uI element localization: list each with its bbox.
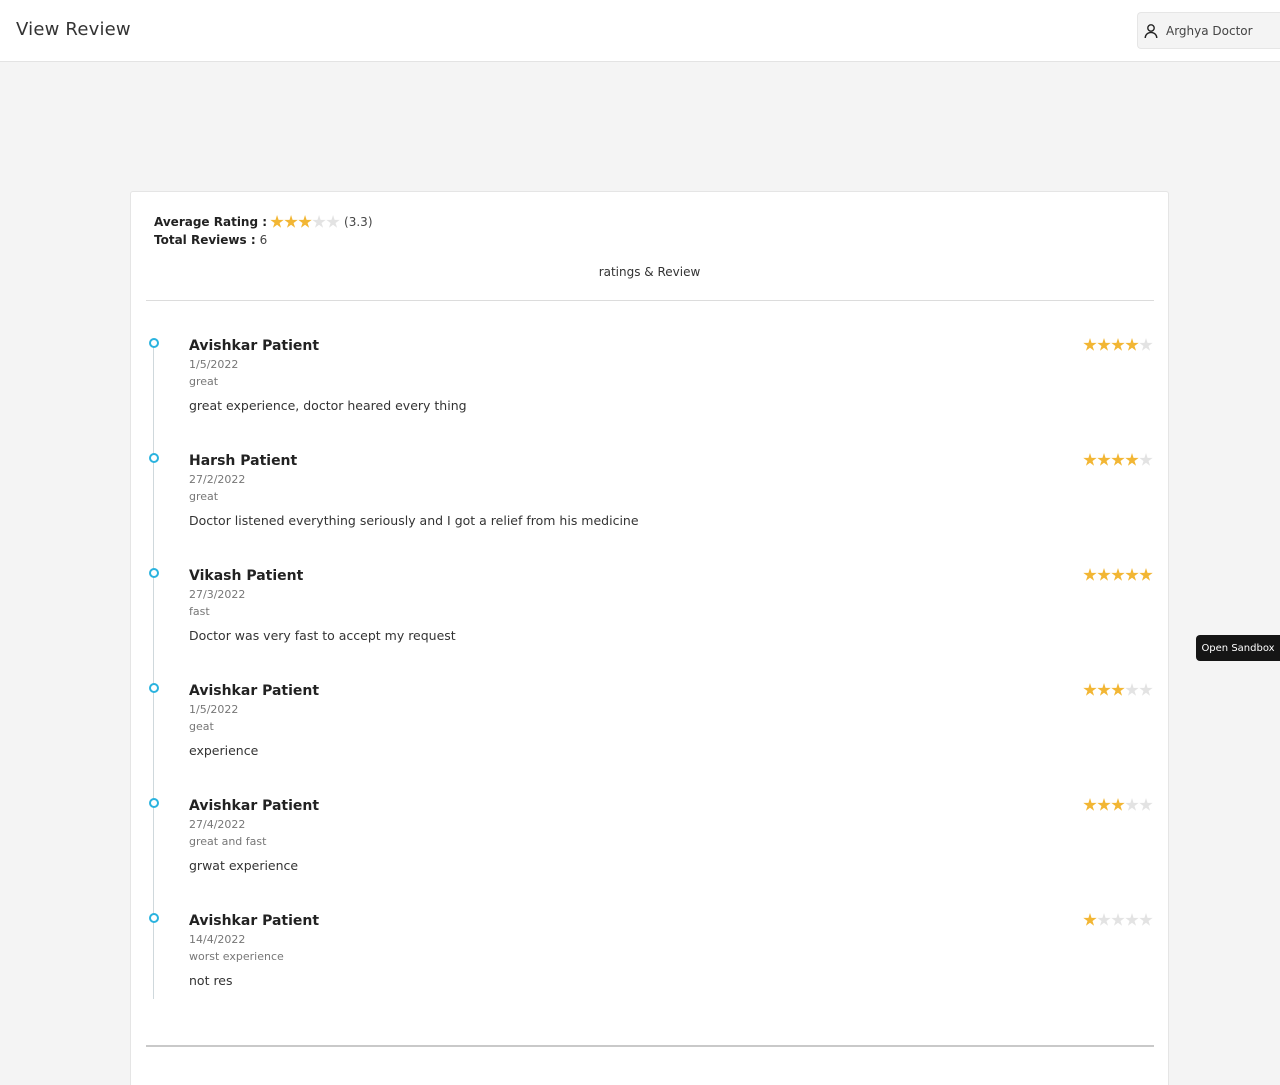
- rating-summary: Average Rating : (3.3) Total Reviews : 6: [154, 213, 373, 249]
- star-empty-icon: [326, 215, 340, 228]
- star-empty-icon: [1097, 913, 1111, 926]
- review-date: 1/5/2022: [189, 703, 239, 716]
- review-rating-stars: [1083, 338, 1153, 352]
- star-filled-icon: [1111, 453, 1125, 466]
- star-empty-icon: [1111, 913, 1125, 926]
- star-filled-icon: [1097, 338, 1111, 351]
- average-rating-stars: [270, 215, 340, 229]
- review-rating-stars: [1083, 568, 1153, 582]
- reviews-card: Average Rating : (3.3) Total Reviews : 6…: [130, 191, 1169, 1085]
- average-rating-label: Average Rating :: [154, 215, 268, 229]
- divider: [146, 300, 1154, 301]
- review-rating-stars: [1083, 913, 1153, 927]
- star-filled-icon: [1111, 338, 1125, 351]
- reviewer-name: Avishkar Patient: [189, 338, 320, 354]
- review-item: Avishkar Patient 1/5/2022 great great exper…: [131, 338, 1168, 438]
- star-filled-icon: [1097, 683, 1111, 696]
- star-filled-icon: [270, 215, 284, 228]
- star-filled-icon: [1097, 568, 1111, 581]
- timeline-dot: [149, 798, 159, 808]
- star-filled-icon: [1097, 798, 1111, 811]
- user-name: Arghya Doctor: [1166, 23, 1253, 38]
- total-reviews-label: Total Reviews :: [154, 233, 256, 247]
- star-empty-icon: [1125, 913, 1139, 926]
- reviewer-name: Avishkar Patient: [189, 913, 320, 929]
- review-date: 14/4/2022: [189, 933, 246, 946]
- star-empty-icon: [1125, 798, 1139, 811]
- page-title: View Review: [16, 19, 131, 40]
- timeline-dot: [149, 453, 159, 463]
- review-text: grwat experience: [189, 858, 299, 873]
- star-filled-icon: [1125, 453, 1139, 466]
- star-empty-icon: [1139, 798, 1153, 811]
- star-filled-icon: [1083, 913, 1097, 926]
- review-item: Vikash Patient 27/3/2022 fast Doctor was ve…: [131, 568, 1168, 668]
- star-filled-icon: [1125, 338, 1139, 351]
- review-text: great experience, doctor heared every th…: [189, 398, 467, 413]
- star-empty-icon: [312, 215, 326, 228]
- divider: [146, 1045, 1154, 1047]
- star-filled-icon: [1111, 568, 1125, 581]
- star-filled-icon: [284, 215, 298, 228]
- average-rating-value: (3.3): [344, 215, 373, 229]
- review-date: 27/3/2022: [189, 588, 246, 601]
- star-empty-icon: [1139, 683, 1153, 696]
- user-icon: [1143, 23, 1159, 39]
- review-item: Avishkar Patient 14/4/2022 worst experienc…: [131, 913, 1168, 1013]
- star-filled-icon: [1097, 453, 1111, 466]
- star-filled-icon: [1083, 568, 1097, 581]
- user-menu-button[interactable]: Arghya Doctor: [1137, 12, 1280, 49]
- star-empty-icon: [1139, 338, 1153, 351]
- reviewer-name: Avishkar Patient: [189, 798, 320, 814]
- review-text: Doctor listened everything seriously and…: [189, 513, 639, 528]
- star-empty-icon: [1139, 453, 1153, 466]
- star-filled-icon: [1139, 568, 1153, 581]
- review-title: worst experience: [189, 950, 284, 963]
- timeline-line: [153, 344, 154, 999]
- review-item: Avishkar Patient 27/4/2022 great and fast g…: [131, 798, 1168, 898]
- review-text: Doctor was very fast to accept my reques…: [189, 628, 456, 643]
- reviewer-name: Avishkar Patient: [189, 683, 320, 699]
- review-date: 27/2/2022: [189, 473, 246, 486]
- top-bar: View Review Arghya Doctor: [0, 0, 1280, 62]
- star-filled-icon: [1083, 798, 1097, 811]
- timeline-dot: [149, 338, 159, 348]
- star-filled-icon: [1111, 798, 1125, 811]
- timeline-dot: [149, 683, 159, 693]
- total-reviews-value: 6: [259, 233, 268, 247]
- reviewer-name: Harsh Patient: [189, 453, 298, 469]
- star-filled-icon: [1111, 683, 1125, 696]
- star-filled-icon: [1083, 683, 1097, 696]
- review-text: not res: [189, 973, 233, 988]
- star-filled-icon: [298, 215, 312, 228]
- star-filled-icon: [1125, 568, 1139, 581]
- review-date: 1/5/2022: [189, 358, 239, 371]
- review-date: 27/4/2022: [189, 818, 246, 831]
- star-filled-icon: [1083, 453, 1097, 466]
- open-sandbox-button[interactable]: Open Sandbox: [1196, 635, 1280, 661]
- review-rating-stars: [1083, 798, 1153, 812]
- review-rating-stars: [1083, 683, 1153, 697]
- star-empty-icon: [1125, 683, 1139, 696]
- timeline-dot: [149, 913, 159, 923]
- review-item: Avishkar Patient 1/5/2022 geat experience: [131, 683, 1168, 783]
- review-title: great: [189, 490, 219, 503]
- review-rating-stars: [1083, 453, 1153, 467]
- star-filled-icon: [1083, 338, 1097, 351]
- section-title: ratings & Review: [598, 265, 701, 279]
- reviewer-name: Vikash Patient: [189, 568, 304, 584]
- timeline-dot: [149, 568, 159, 578]
- review-title: geat: [189, 720, 214, 733]
- review-item: Harsh Patient 27/2/2022 great Doctor listen…: [131, 453, 1168, 553]
- review-text: experience: [189, 743, 259, 758]
- review-title: great and fast: [189, 835, 267, 848]
- review-title: fast: [189, 605, 210, 618]
- star-empty-icon: [1139, 913, 1153, 926]
- review-title: great: [189, 375, 219, 388]
